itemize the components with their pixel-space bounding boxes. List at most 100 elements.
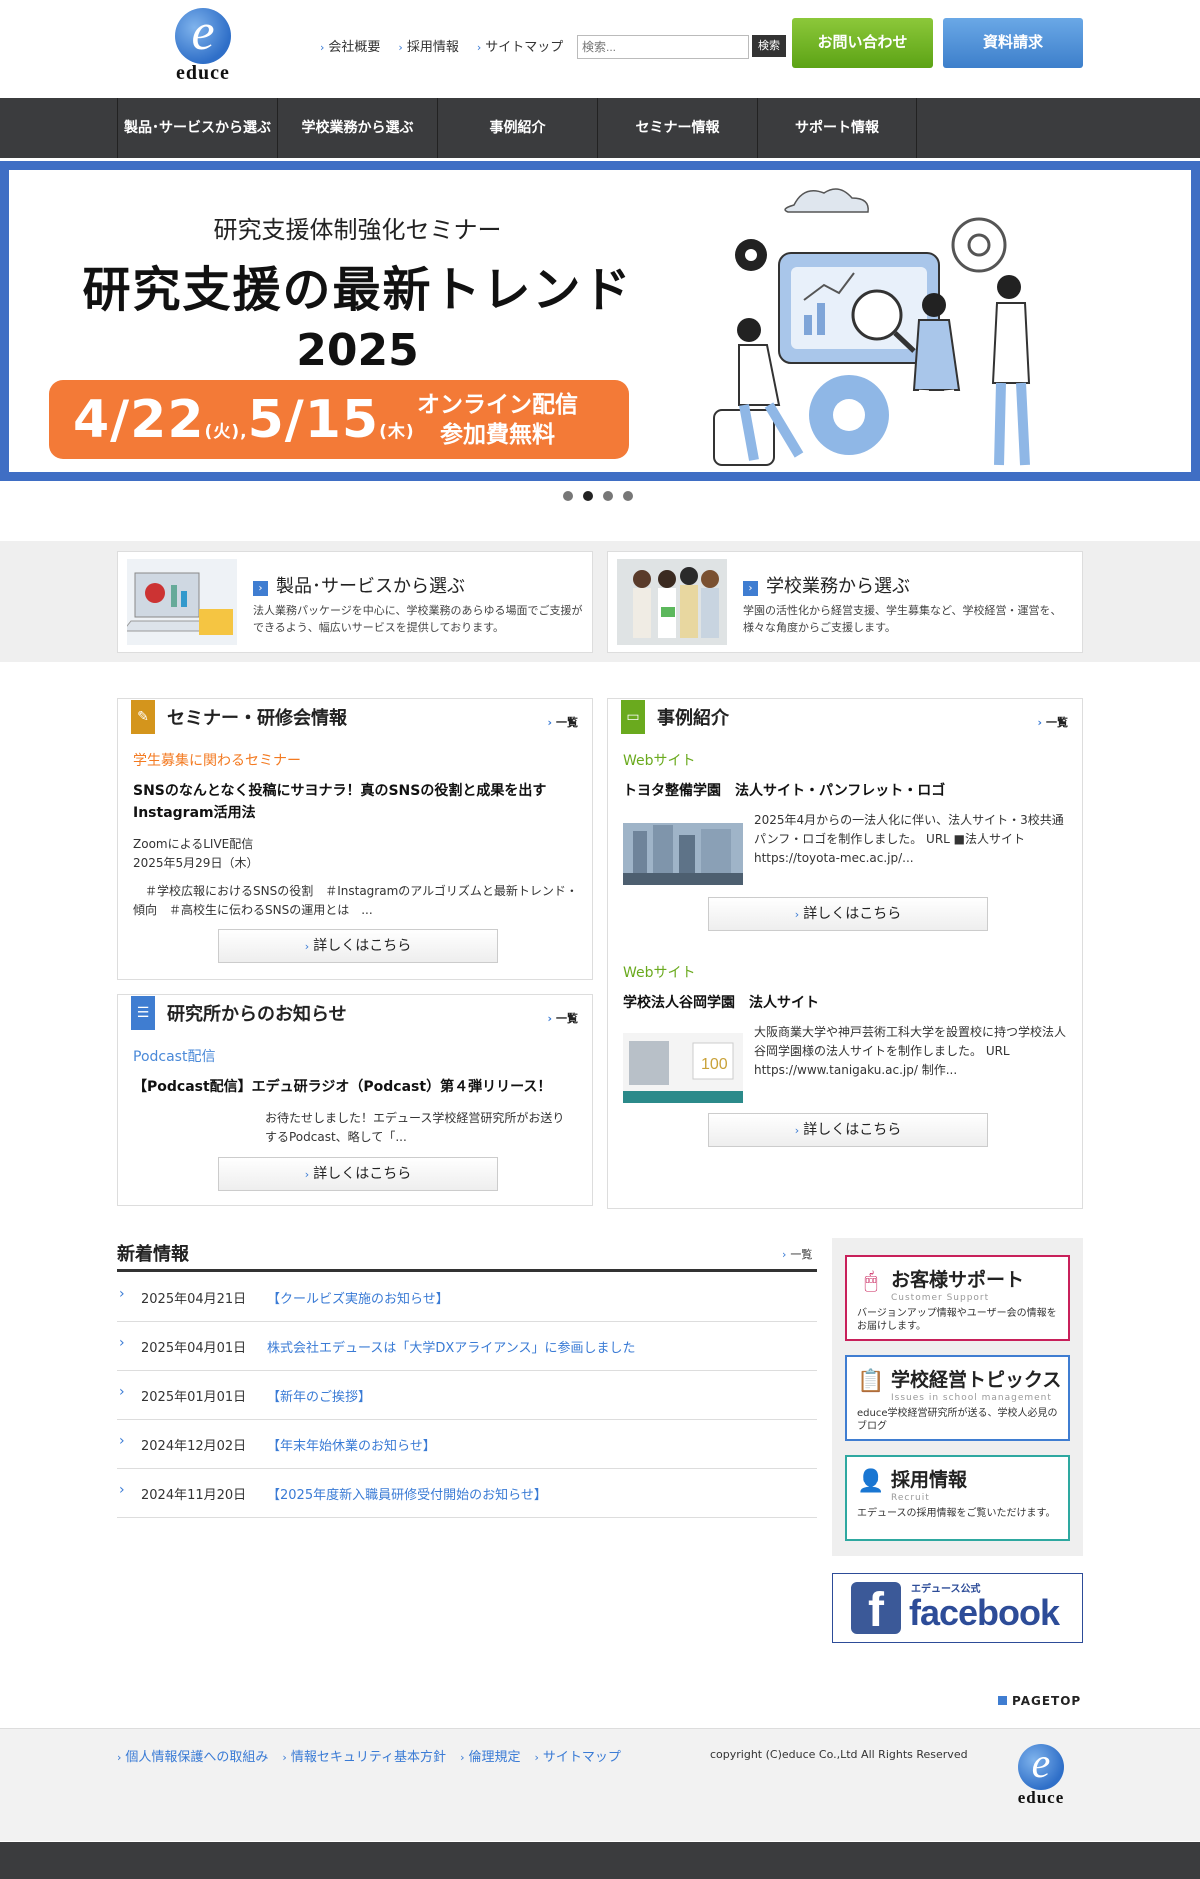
laptop-image — [127, 559, 237, 645]
top-link-recruit[interactable]: › 採用情報 — [398, 36, 458, 55]
side-card-subtitle: Customer Support — [891, 1293, 990, 1303]
top-link-company[interactable]: › 会社概要 — [320, 36, 380, 55]
news-link[interactable]: 【2025年度新入職員研修受付開始のお知らせ】 — [267, 1484, 547, 1503]
case-1-title[interactable]: トヨタ整備学園 法人サイト・パンフレット・ロゴ — [623, 780, 945, 802]
hero-day-2: (木) — [379, 422, 415, 442]
top-link-sitemap[interactable]: › サイトマップ — [477, 36, 563, 55]
contact-button[interactable]: お問い合わせ — [792, 18, 933, 68]
case-2-title[interactable]: 学校法人谷岡学園 法人サイト — [623, 992, 819, 1014]
lab-desc: お待たせしました！エデュース学校経営研究所がお送りするPodcast、略して「.… — [265, 1111, 565, 1144]
chevron-right-icon: › — [743, 581, 758, 596]
news-more-link[interactable]: › 一覧 — [782, 1246, 812, 1262]
chevron-right-icon: › — [117, 1751, 122, 1764]
category-products-desc: 法人業務パッケージを中心に、学校業務のあらゆる場面でご支援ができるよう、幅広いサ… — [253, 604, 583, 634]
document-request-button[interactable]: 資料請求 — [943, 18, 1083, 68]
hero-title: 研究支援の最新トレンド — [82, 262, 633, 318]
chevron-right-icon: › — [547, 1012, 552, 1025]
case-1-tag[interactable]: Webサイト — [623, 750, 696, 770]
seminar-detail-label: 詳しくはこちら — [313, 938, 412, 954]
top-link-label: サイトマップ — [485, 40, 564, 55]
nav-item-support[interactable]: サポート情報 — [757, 98, 917, 158]
news-row: 2024年11月20日 【2025年度新入職員研修受付開始のお知らせ】 — [117, 1469, 817, 1518]
seminar-box-header: ✎ セミナー・研修会情報 — [131, 699, 347, 735]
case-1-detail-button[interactable]: › 詳しくはこちら — [708, 897, 988, 931]
top-links: › 会社概要 › 採用情報 › サイトマップ — [320, 36, 563, 55]
search-button[interactable]: 検索 — [752, 35, 786, 57]
chevron-right-icon: › — [547, 716, 552, 729]
lab-detail-button[interactable]: › 詳しくはこちら — [218, 1157, 498, 1191]
slider-dot-4[interactable] — [623, 491, 633, 501]
cases-box: ▭ 事例紹介 › 一覧 Webサイト トヨタ整備学園 法人サイト・パンフレット・ロ… — [607, 698, 1083, 1209]
side-card-desc: エデュースの採用情報をご覧いただけます。 — [857, 1508, 1056, 1519]
seminar-more-link[interactable]: › 一覧 — [547, 714, 578, 730]
top-link-label: 採用情報 — [406, 40, 459, 55]
case-2-desc: 大阪商業大学や神戸芸術工科大学を設置校に持つ学校法人谷岡学園様の法人サイトを制作… — [754, 1025, 1067, 1077]
top-link-label: 会社概要 — [328, 40, 381, 55]
facebook-banner[interactable]: f エデュース公式 facebook — [832, 1573, 1083, 1643]
news-link[interactable]: 【年末年始休業のお知らせ】 — [267, 1435, 436, 1454]
footer-link-security[interactable]: › 情報セキュリティ基本方針 — [282, 1746, 446, 1765]
lab-box-header: ☰ 研究所からのお知らせ — [131, 995, 347, 1031]
cases-more-link[interactable]: › 一覧 — [1037, 714, 1068, 730]
lab-more-link[interactable]: › 一覧 — [547, 1010, 578, 1026]
educe-logo[interactable]: e educe — [168, 7, 238, 88]
category-school-work-title: › 学校業務から選ぶ — [743, 572, 910, 598]
slider-dot-1[interactable] — [563, 491, 573, 501]
case-2-thumbnail[interactable]: 100 — [623, 1025, 743, 1103]
seminar-detail-button[interactable]: › 詳しくはこちら — [218, 929, 498, 963]
monitor-icon: ▭ — [621, 700, 645, 734]
chevron-right-icon: › — [282, 1751, 287, 1764]
chevron-right-icon: › — [320, 41, 325, 54]
news-row: 2025年04月01日 株式会社エデュースは「大学DXアライアンス」に参画しました — [117, 1322, 817, 1371]
mouse-icon: 🖱 — [864, 1268, 878, 1294]
news-date: 2025年04月21日 — [117, 1286, 247, 1307]
slider-dot-2[interactable] — [583, 491, 593, 501]
hero-day-1: (火) — [204, 422, 241, 442]
nav-item-products[interactable]: 製品･サービスから選ぶ — [117, 98, 277, 158]
footer-link-ethics[interactable]: › 倫理規定 — [460, 1746, 520, 1765]
case-2-detail-button[interactable]: › 詳しくはこちら — [708, 1113, 988, 1147]
case-1-thumbnail[interactable] — [623, 813, 743, 885]
footer-link-sitemap[interactable]: › サイトマップ — [534, 1746, 620, 1765]
lab-item-title[interactable]: 【Podcast配信】エデュ研ラジオ（Podcast）第４弾リリース！ — [133, 1076, 583, 1098]
news-link[interactable]: 【新年のご挨拶】 — [267, 1386, 371, 1405]
news-row: 2025年04月21日 【クールビズ実施のお知らせ】 — [117, 1273, 817, 1322]
chevron-right-icon: › — [794, 1124, 800, 1137]
news-more-label: 一覧 — [790, 1248, 813, 1261]
side-card-recruit[interactable]: 👤 採用情報 Recruit エデュースの採用情報をご覧いただけます。 — [845, 1455, 1070, 1541]
cases-more-label: 一覧 — [1046, 716, 1068, 729]
chevron-right-icon: › — [304, 1168, 310, 1181]
chevron-right-icon: › — [253, 581, 268, 596]
seminar-desc: ＃学校広報におけるSNSの役割 ＃Instagramのアルゴリズムと最新トレンド… — [133, 884, 578, 917]
lab-tag[interactable]: Podcast配信 — [133, 1046, 215, 1066]
category-school-work[interactable]: › 学校業務から選ぶ 学園の活性化から経営支援、学生募集など、学校経営・運営を、様… — [607, 551, 1083, 653]
side-card-subtitle: Recruit — [891, 1493, 930, 1503]
cases-box-header: ▭ 事例紹介 — [621, 699, 729, 735]
footer-logo-text: educe — [1017, 1788, 1065, 1807]
main-nav: 製品･サービスから選ぶ 学校業務から選ぶ 事例紹介 セミナー情報 サポート情報 — [117, 98, 917, 158]
news-link[interactable]: 株式会社エデュースは「大学DXアライアンス」に参画しました — [267, 1337, 636, 1356]
footer-links: › 個人情報保護への取組み › 情報セキュリティ基本方針 › 倫理規定 › サイトマップ — [117, 1746, 621, 1765]
seminar-tag[interactable]: 学生募集に関わるセミナー — [133, 750, 301, 770]
category-products[interactable]: › 製品･サービスから選ぶ 法人業務パッケージを中心に、学校業務のあらゆる場面でご… — [117, 551, 593, 653]
nav-item-cases[interactable]: 事例紹介 — [437, 98, 597, 158]
news-date: 2024年12月02日 — [117, 1433, 247, 1454]
side-card-topics[interactable]: 📋 学校経営トピックス Issues in school management … — [845, 1355, 1070, 1441]
footer-link-privacy[interactable]: › 個人情報保護への取組み — [117, 1746, 268, 1765]
news-link[interactable]: 【クールビズ実施のお知らせ】 — [267, 1288, 449, 1307]
slider-dot-3[interactable] — [603, 491, 613, 501]
side-card-support[interactable]: 🖱 お客様サポート Customer Support バージョンアップ情報やユー… — [845, 1255, 1070, 1341]
chevron-right-icon: › — [476, 41, 482, 54]
news-divider — [117, 1269, 817, 1272]
news-row: 2025年01月01日 【新年のご挨拶】 — [117, 1371, 817, 1420]
nav-item-seminars[interactable]: セミナー情報 — [597, 98, 757, 158]
case-2-tag[interactable]: Webサイト — [623, 962, 696, 982]
chevron-right-icon: › — [794, 908, 800, 921]
footer-logo[interactable]: e educe — [1006, 1743, 1076, 1808]
lab-box-title: 研究所からのお知らせ — [167, 1004, 347, 1025]
svg-text:100: 100 — [701, 1056, 728, 1073]
nav-item-school-work[interactable]: 学校業務から選ぶ — [277, 98, 437, 158]
search-input[interactable] — [577, 35, 749, 59]
pagetop-link[interactable]: PAGETOP — [998, 1694, 1081, 1708]
seminar-item-title[interactable]: SNSのなんとなく投稿にサヨナラ！真のSNSの役割と成果を出すInstagram… — [133, 780, 583, 824]
